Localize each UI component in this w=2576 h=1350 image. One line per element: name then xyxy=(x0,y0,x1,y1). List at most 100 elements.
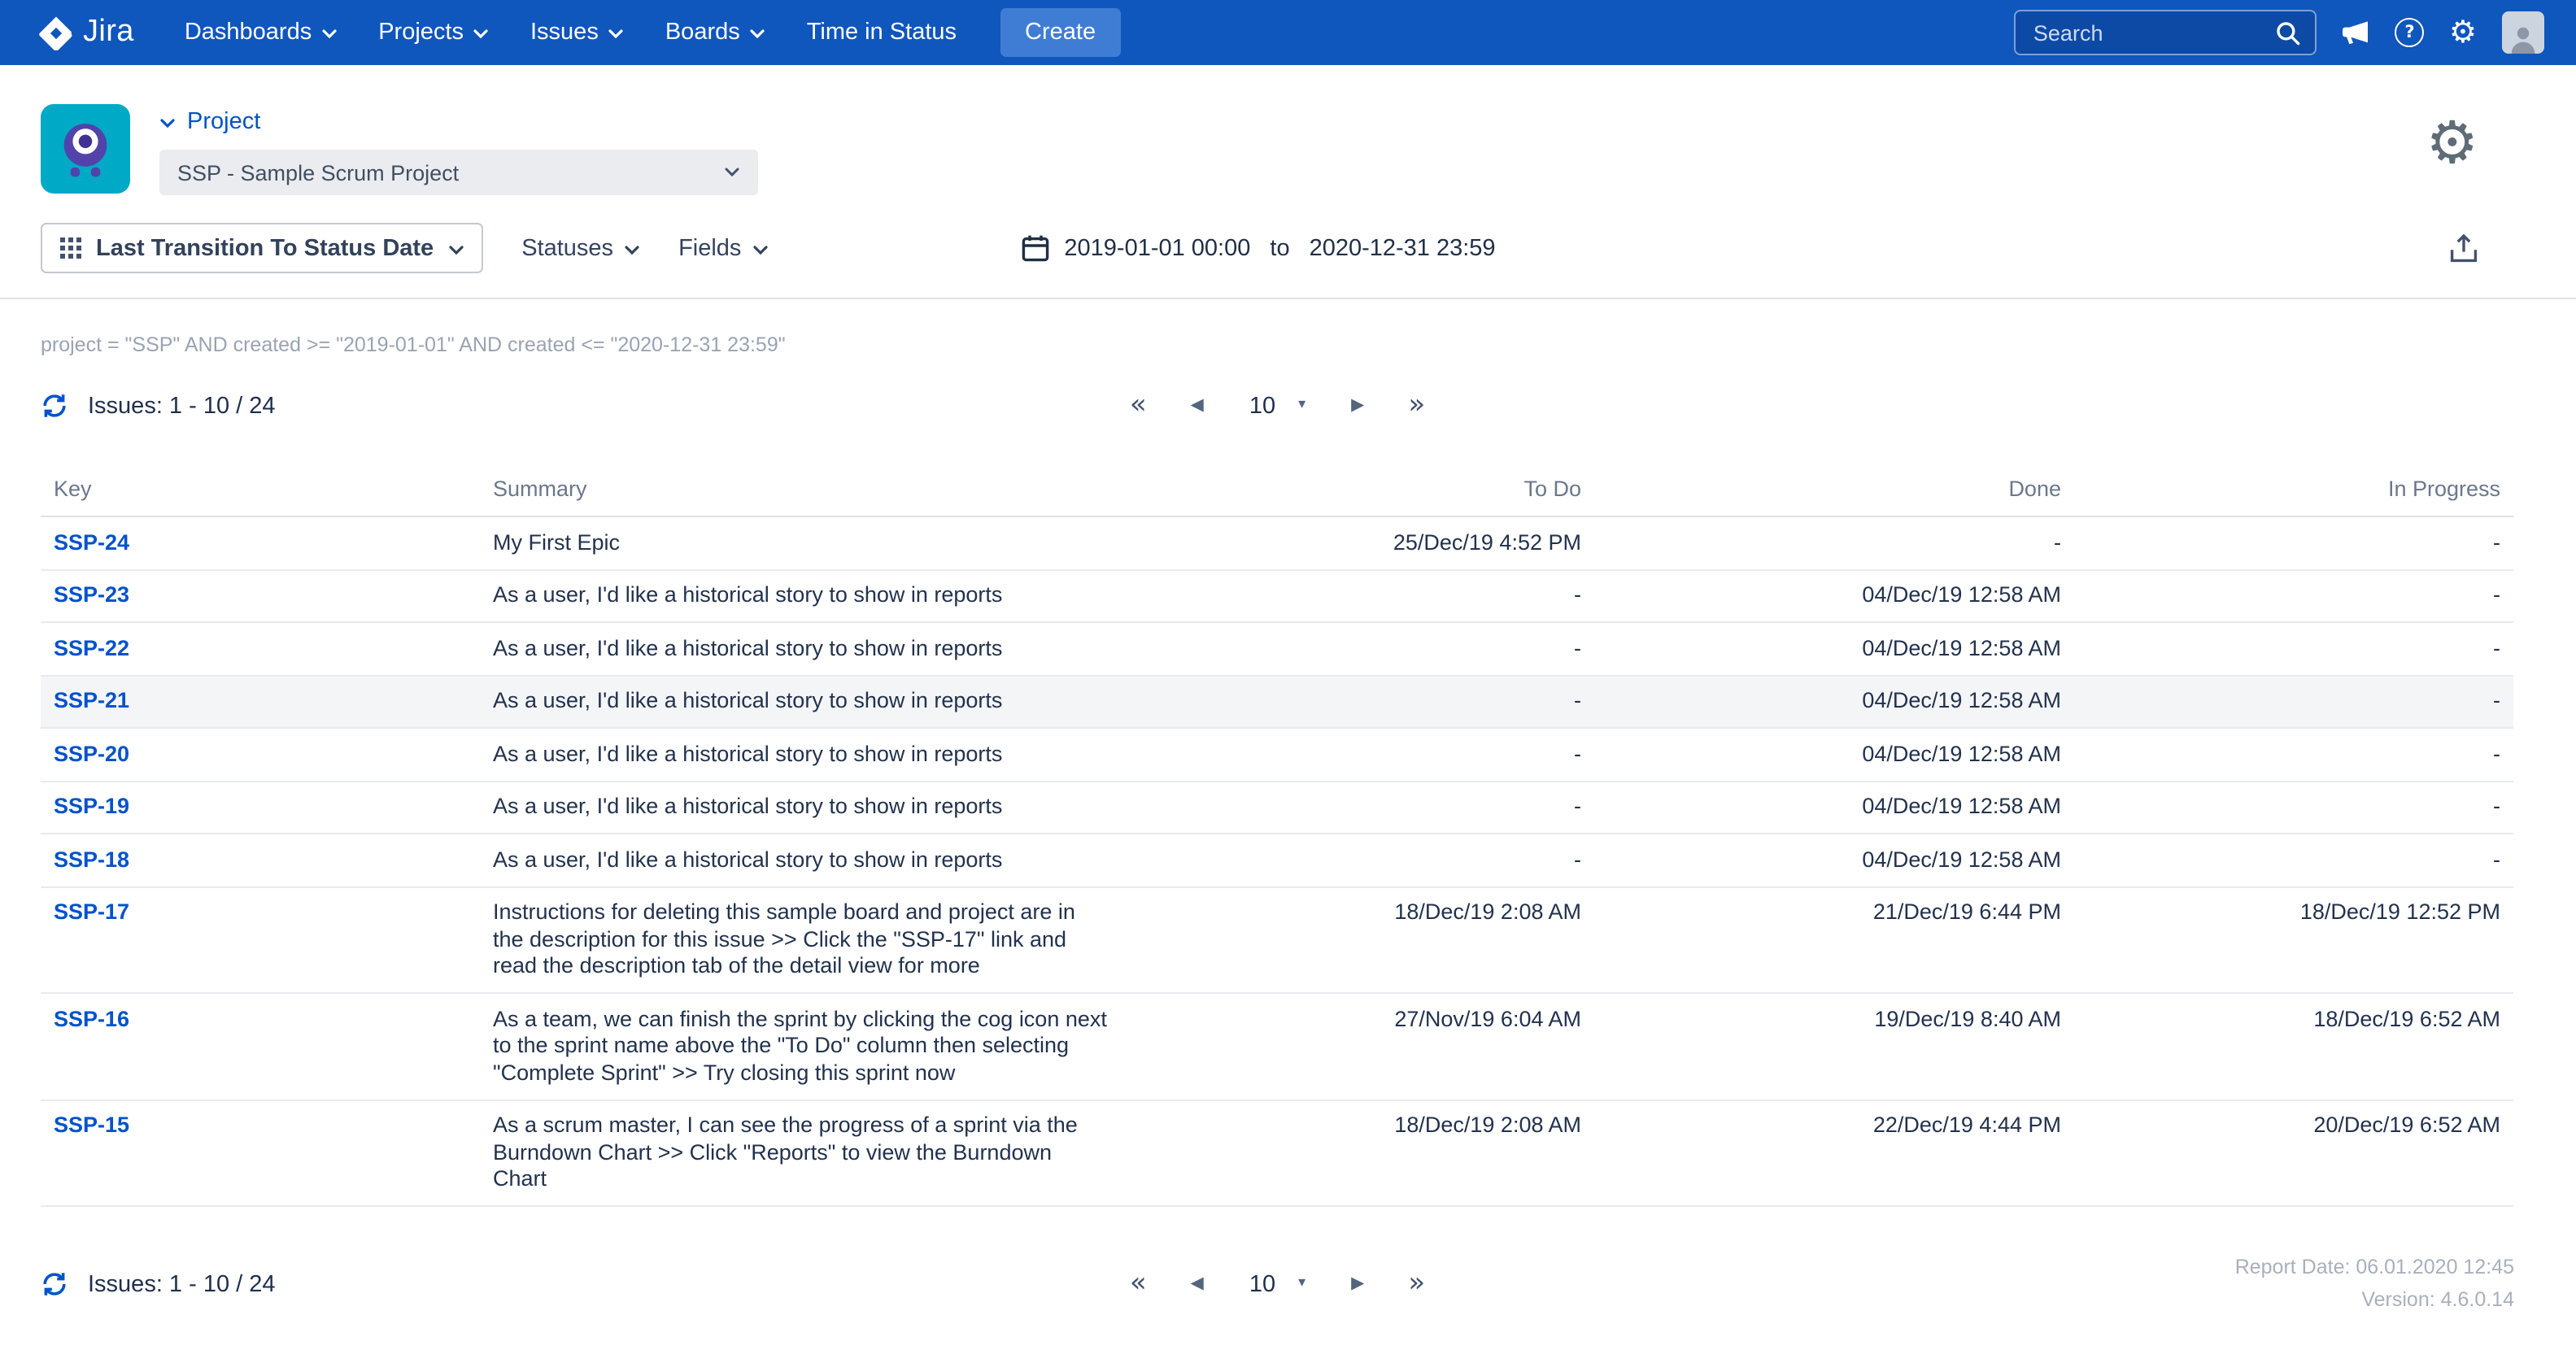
fields-dropdown[interactable]: Fields xyxy=(678,235,767,261)
nav-item-projects[interactable]: Projects xyxy=(357,0,509,65)
filter-left-group: Last Transition To Status Date Statuses … xyxy=(41,223,1022,273)
jira-logo[interactable]: Jira xyxy=(39,15,134,50)
issue-key-link[interactable]: SSP-24 xyxy=(54,529,129,554)
prev-page-icon[interactable]: ◀ xyxy=(1181,1276,1214,1293)
issue-key-link[interactable]: SSP-23 xyxy=(54,582,129,607)
issue-key-link[interactable]: SSP-20 xyxy=(54,741,129,765)
search-box xyxy=(2014,10,2317,55)
table-row: SSP-23 As a user, I'd like a historical … xyxy=(41,569,2513,622)
issue-inprogress-date: - xyxy=(2074,728,2513,781)
column-header-inprogress: In Progress xyxy=(2074,462,2513,516)
date-range-picker[interactable]: 2019-01-01 00:00 to 2020-12-31 23:59 xyxy=(1022,234,1495,262)
help-glyph: ? xyxy=(2404,24,2414,41)
next-page-icon[interactable]: ▶ xyxy=(1341,1276,1374,1293)
pagination-controls: « ◀ 10 ▾ ▶ » xyxy=(1120,392,1435,420)
issue-key-cell: SSP-22 xyxy=(41,622,480,675)
chevron-down-icon xyxy=(321,29,336,39)
issue-done-date: - xyxy=(1594,516,2074,569)
issue-done-date: 04/Dec/19 12:58 AM xyxy=(1594,622,2074,675)
issues-left-group: Issues: 1 - 10 / 24 xyxy=(41,1270,1120,1298)
table-row: SSP-19 As a user, I'd like a historical … xyxy=(41,781,2513,834)
column-header-done: Done xyxy=(1594,462,2074,516)
issue-inprogress-date: - xyxy=(2074,675,2513,728)
nav-item-label: Dashboards xyxy=(185,20,312,46)
report-type-label: Last Transition To Status Date xyxy=(96,235,434,261)
last-page-icon[interactable]: » xyxy=(1398,1270,1435,1298)
next-page-icon[interactable]: ▶ xyxy=(1341,398,1374,415)
issue-key-link[interactable]: SSP-22 xyxy=(54,635,129,660)
issue-summary-cell: As a scrum master, I can see the progres… xyxy=(480,1100,1122,1206)
export-button[interactable] xyxy=(2449,233,2477,263)
nav-item-label: Issues xyxy=(530,20,599,46)
issue-todo-date: - xyxy=(1122,781,1594,834)
issue-key-cell: SSP-19 xyxy=(41,781,480,834)
issue-key-link[interactable]: SSP-17 xyxy=(54,899,129,924)
issue-summary-cell: Instructions for deleting this sample bo… xyxy=(480,886,1122,993)
first-page-icon[interactable]: « xyxy=(1120,1270,1157,1298)
feedback-megaphone-icon[interactable] xyxy=(2341,20,2370,46)
page-size-select[interactable]: 10 ▾ xyxy=(1238,1271,1317,1297)
refresh-icon[interactable] xyxy=(41,392,68,420)
report-type-dropdown[interactable]: Last Transition To Status Date xyxy=(41,223,482,273)
table-row: SSP-24 My First Epic 25/Dec/19 4:52 PM -… xyxy=(41,516,2513,569)
issue-key-link[interactable]: SSP-15 xyxy=(54,1113,129,1137)
report-date: Report Date: 06.01.2020 12:45 xyxy=(2235,1252,2514,1284)
table-header-row: Key Summary To Do Done In Progress xyxy=(41,462,2513,516)
filter-bar: Last Transition To Status Date Statuses … xyxy=(0,195,2576,298)
page-size-select[interactable]: 10 ▾ xyxy=(1238,393,1317,419)
issues-count-label: Issues: 1 - 10 / 24 xyxy=(88,1271,276,1297)
issue-key-cell: SSP-24 xyxy=(41,516,480,569)
grid-icon xyxy=(60,237,81,259)
create-button[interactable]: Create xyxy=(1000,8,1120,57)
statuses-dropdown[interactable]: Statuses xyxy=(521,235,639,261)
nav-right-cluster: ? ⚙ xyxy=(2014,10,2543,55)
chevron-down-icon xyxy=(724,168,740,177)
jira-logo-icon xyxy=(39,15,73,50)
gear-icon[interactable]: ⚙ xyxy=(2449,17,2477,48)
date-from-value: 2019-01-01 00:00 xyxy=(1064,235,1250,261)
table-row: SSP-21 As a user, I'd like a historical … xyxy=(41,675,2513,728)
table-row: SSP-16 As a team, we can finish the spri… xyxy=(41,993,2513,1100)
issue-todo-date: 27/Nov/19 6:04 AM xyxy=(1122,993,1594,1100)
pagination-controls: « ◀ 10 ▾ ▶ » xyxy=(1120,1270,1435,1298)
nav-item-time-in-status[interactable]: Time in Status xyxy=(786,0,978,65)
table-row: SSP-15 As a scrum master, I can see the … xyxy=(41,1100,2513,1206)
issue-key-cell: SSP-15 xyxy=(41,1100,480,1206)
chevron-down-icon xyxy=(625,245,639,255)
top-navigation: Jira Dashboards Projects Issues Boards T… xyxy=(0,0,2576,65)
issue-key-cell: SSP-20 xyxy=(41,728,480,781)
project-select[interactable]: SSP - Sample Scrum Project xyxy=(159,150,758,195)
nav-item-boards[interactable]: Boards xyxy=(644,0,786,65)
column-header-key: Key xyxy=(41,462,480,516)
issue-summary-cell: As a user, I'd like a historical story t… xyxy=(480,622,1122,675)
issue-key-link[interactable]: SSP-21 xyxy=(54,688,129,712)
settings-gear-icon[interactable]: ⚙ xyxy=(2426,115,2478,174)
issue-summary-cell: As a user, I'd like a historical story t… xyxy=(480,728,1122,781)
search-icon[interactable] xyxy=(2276,20,2300,45)
project-meta: Project SSP - Sample Scrum Project xyxy=(159,104,758,195)
issue-key-link[interactable]: SSP-16 xyxy=(54,1006,129,1030)
refresh-icon[interactable] xyxy=(41,1270,68,1298)
first-page-icon[interactable]: « xyxy=(1120,392,1157,420)
issue-inprogress-date: - xyxy=(2074,569,2513,622)
nav-item-dashboards[interactable]: Dashboards xyxy=(163,0,357,65)
issue-todo-date: - xyxy=(1122,569,1594,622)
issue-inprogress-date: 18/Dec/19 6:52 AM xyxy=(2074,993,2513,1100)
last-page-icon[interactable]: » xyxy=(1398,392,1435,420)
fields-label: Fields xyxy=(678,235,741,261)
prev-page-icon[interactable]: ◀ xyxy=(1181,398,1214,415)
issue-key-link[interactable]: SSP-18 xyxy=(54,847,129,871)
issue-key-link[interactable]: SSP-19 xyxy=(54,794,129,818)
breadcrumb[interactable]: Project xyxy=(159,109,758,135)
issue-inprogress-date: - xyxy=(2074,781,2513,834)
project-avatar[interactable] xyxy=(41,104,130,194)
issue-inprogress-date: - xyxy=(2074,516,2513,569)
nav-item-issues[interactable]: Issues xyxy=(509,0,644,65)
avatar[interactable] xyxy=(2501,11,2543,54)
help-icon[interactable]: ? xyxy=(2395,18,2425,48)
search-input[interactable] xyxy=(2030,19,2276,46)
chevron-down-icon xyxy=(608,29,623,39)
issue-todo-date: - xyxy=(1122,622,1594,675)
issue-inprogress-date: - xyxy=(2074,622,2513,675)
issue-summary-cell: As a user, I'd like a historical story t… xyxy=(480,675,1122,728)
